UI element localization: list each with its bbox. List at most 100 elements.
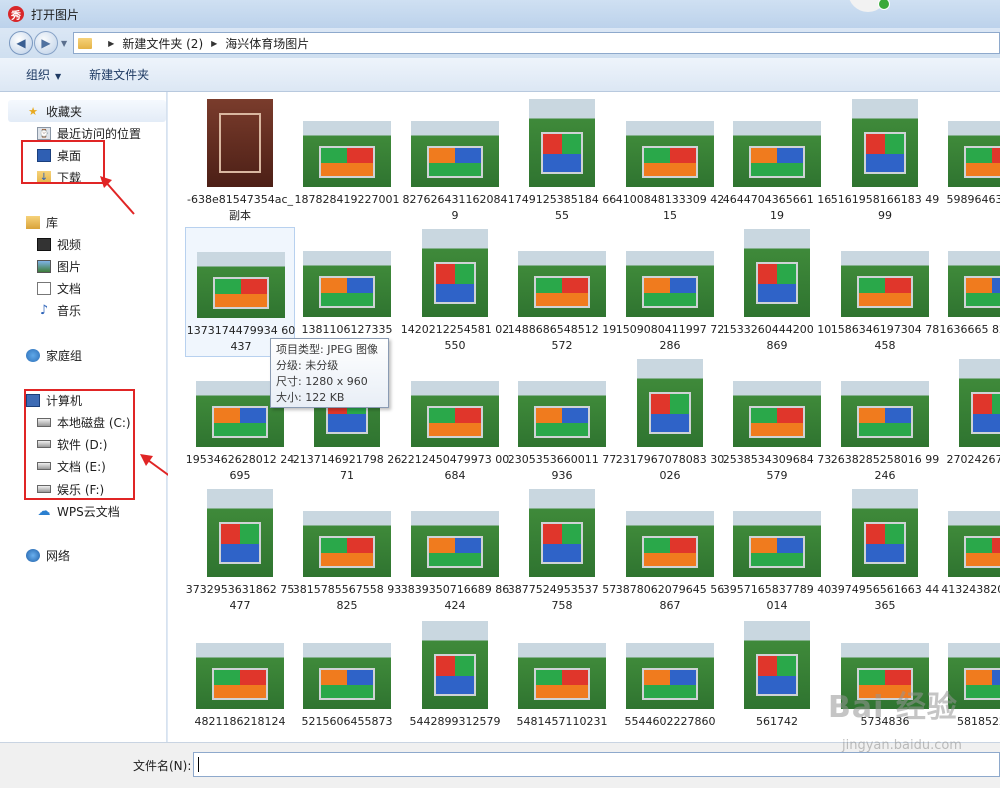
box-illustration	[212, 668, 268, 700]
box-illustration	[434, 262, 476, 304]
window-title: 打开图片	[31, 7, 80, 22]
file-thumbnail[interactable]: 2212450479973 00684	[400, 357, 510, 487]
file-thumbnail[interactable]: -638e81547354ac_副本	[185, 97, 295, 227]
box-illustration	[857, 276, 913, 308]
file-thumbnail[interactable]: 4821186218124	[185, 619, 295, 742]
file-name: 5481457110231	[516, 715, 608, 728]
box-illustration	[971, 392, 1000, 434]
file-thumbnail[interactable]: 5989646318260	[937, 97, 1000, 227]
box-illustration	[864, 522, 906, 564]
box-illustration	[534, 276, 590, 308]
file-name: 3877524953537 57758	[507, 583, 617, 612]
tooltip-dimensions: 尺寸: 1280 x 960	[276, 375, 368, 388]
file-thumbnail[interactable]: 5481457110231	[507, 619, 617, 742]
image-preview	[303, 643, 391, 709]
file-thumbnail[interactable]: 4644704365661 1619	[722, 97, 832, 227]
file-thumbnail[interactable]: 1533260444200 10869	[722, 227, 832, 357]
file-thumbnail[interactable]: 3732953631862 75477	[185, 487, 295, 617]
new-folder-button[interactable]: 新建文件夹	[89, 66, 149, 83]
box-illustration	[964, 276, 1000, 308]
image-preview	[852, 489, 918, 577]
organize-button[interactable]: 组织 ▼	[26, 66, 61, 83]
file-thumbnail[interactable]: 4100848133309 4215	[615, 97, 725, 227]
file-thumbnail[interactable]: 2317967078083 30026	[615, 357, 725, 487]
file-name: 1381106127335	[301, 323, 393, 336]
file-name: 5442899312579	[409, 715, 501, 728]
file-thumbnail[interactable]: 2305353660011 77936	[507, 357, 617, 487]
image-preview	[626, 511, 714, 577]
tooltip-filesize: 大小: 122 KB	[276, 391, 345, 404]
sidebar-item-label: 网络	[46, 548, 71, 563]
file-thumbnail[interactable]: 1636665 82 09666	[937, 227, 1000, 357]
image-preview	[207, 489, 273, 577]
file-name: 1636665 82 09666	[939, 323, 1000, 336]
file-thumbnail[interactable]: 1749125385184 6655	[507, 97, 617, 227]
file-thumbnail[interactable]: 8276264311620849	[400, 97, 510, 227]
file-name: 3957165837789 40014	[722, 583, 832, 612]
file-thumbnail[interactable]: 3957165837789 40014	[722, 487, 832, 617]
address-input[interactable]: ▶ 新建文件夹 (2) ▶ 海兴体育场图片	[73, 32, 1000, 54]
box-illustration	[534, 668, 590, 700]
image-preview	[411, 121, 499, 187]
file-name: 2538534309684 73579	[722, 453, 832, 482]
box-illustration	[749, 406, 805, 438]
file-grid: -638e81547354ac_副本 187828419227001 8276264…	[168, 92, 1000, 742]
image-preview	[196, 643, 284, 709]
file-thumbnail[interactable]: 561742	[722, 619, 832, 742]
file-name: -638e81547354ac_副本	[186, 193, 293, 222]
chevron-right-icon[interactable]: ▶	[108, 39, 114, 48]
file-thumbnail[interactable]: 3877524953537 57758	[507, 487, 617, 617]
file-name: 2137146921798 2671	[292, 453, 402, 482]
file-thumbnail[interactable]: 1420212254581 02550	[400, 227, 510, 357]
file-thumbnail[interactable]: 5215606455873	[292, 619, 402, 742]
image-preview	[948, 251, 1000, 317]
file-name: 4644704365661 1619	[722, 193, 832, 222]
image-preview	[948, 121, 1000, 187]
file-thumbnail[interactable]: 1586346197304 78458	[830, 227, 940, 357]
file-name: 4821186218124	[194, 715, 286, 728]
file-name: 2702426752953	[946, 453, 1000, 466]
image-preview	[626, 251, 714, 317]
file-thumbnail[interactable]: 5442899312579	[400, 619, 510, 742]
box-illustration	[541, 132, 583, 174]
forward-button[interactable]: ▶	[34, 31, 58, 55]
breadcrumb-item[interactable]: 海兴体育场图片	[225, 35, 309, 52]
history-dropdown-icon[interactable]: ▼	[61, 39, 67, 48]
file-name: 187828419227001	[294, 193, 400, 206]
file-thumbnail[interactable]: 3839350716689 86424	[400, 487, 510, 617]
file-thumbnail[interactable]: 3815785567558 93825	[292, 487, 402, 617]
image-preview	[637, 359, 703, 447]
file-name: 3815785567558 93825	[292, 583, 402, 612]
file-thumbnail[interactable]: 2538534309684 73579	[722, 357, 832, 487]
box-illustration	[642, 276, 698, 308]
back-button[interactable]: ◀	[9, 31, 33, 55]
organize-label: 组织	[26, 68, 51, 82]
file-name: 3839350716689 86424	[400, 583, 510, 612]
file-thumbnail[interactable]: 187828419227001	[292, 97, 402, 227]
file-thumbnail[interactable]: 3878062079645 56867	[615, 487, 725, 617]
chevron-right-icon[interactable]: ▶	[211, 39, 217, 48]
image-preview	[733, 121, 821, 187]
box-illustration	[427, 146, 483, 178]
sidebar-item-network[interactable]: 网络	[26, 545, 70, 565]
annotation-arrows	[100, 176, 179, 483]
box-illustration	[427, 406, 483, 438]
file-thumbnail[interactable]: 5161958166183 4999	[830, 97, 940, 227]
file-thumbnail[interactable]: 4132438205923 1	[937, 487, 1000, 617]
file-tooltip: 项目类型: JPEG 图像 分级: 未分级 尺寸: 1280 x 960 大小:…	[270, 338, 389, 408]
file-thumbnail[interactable]: 1488686548512 19572	[507, 227, 617, 357]
file-thumbnail[interactable]: 1509080411997 72286	[615, 227, 725, 357]
image-preview	[207, 99, 273, 187]
file-thumbnail[interactable]: 5544602227860	[615, 619, 725, 742]
image-preview	[744, 621, 810, 709]
box-illustration	[964, 146, 1000, 178]
network-icon	[26, 548, 40, 562]
folder-icon	[78, 37, 93, 49]
box-illustration	[541, 522, 583, 564]
file-thumbnail[interactable]: 2638285258016 99246	[830, 357, 940, 487]
file-thumbnail[interactable]: 3974956561663 44365	[830, 487, 940, 617]
file-name: 4132438205923 1	[941, 583, 1000, 596]
file-name: 1509080411997 72286	[615, 323, 725, 352]
breadcrumb-item[interactable]: 新建文件夹 (2)	[122, 35, 203, 52]
file-thumbnail[interactable]: 2702426752953	[937, 357, 1000, 487]
